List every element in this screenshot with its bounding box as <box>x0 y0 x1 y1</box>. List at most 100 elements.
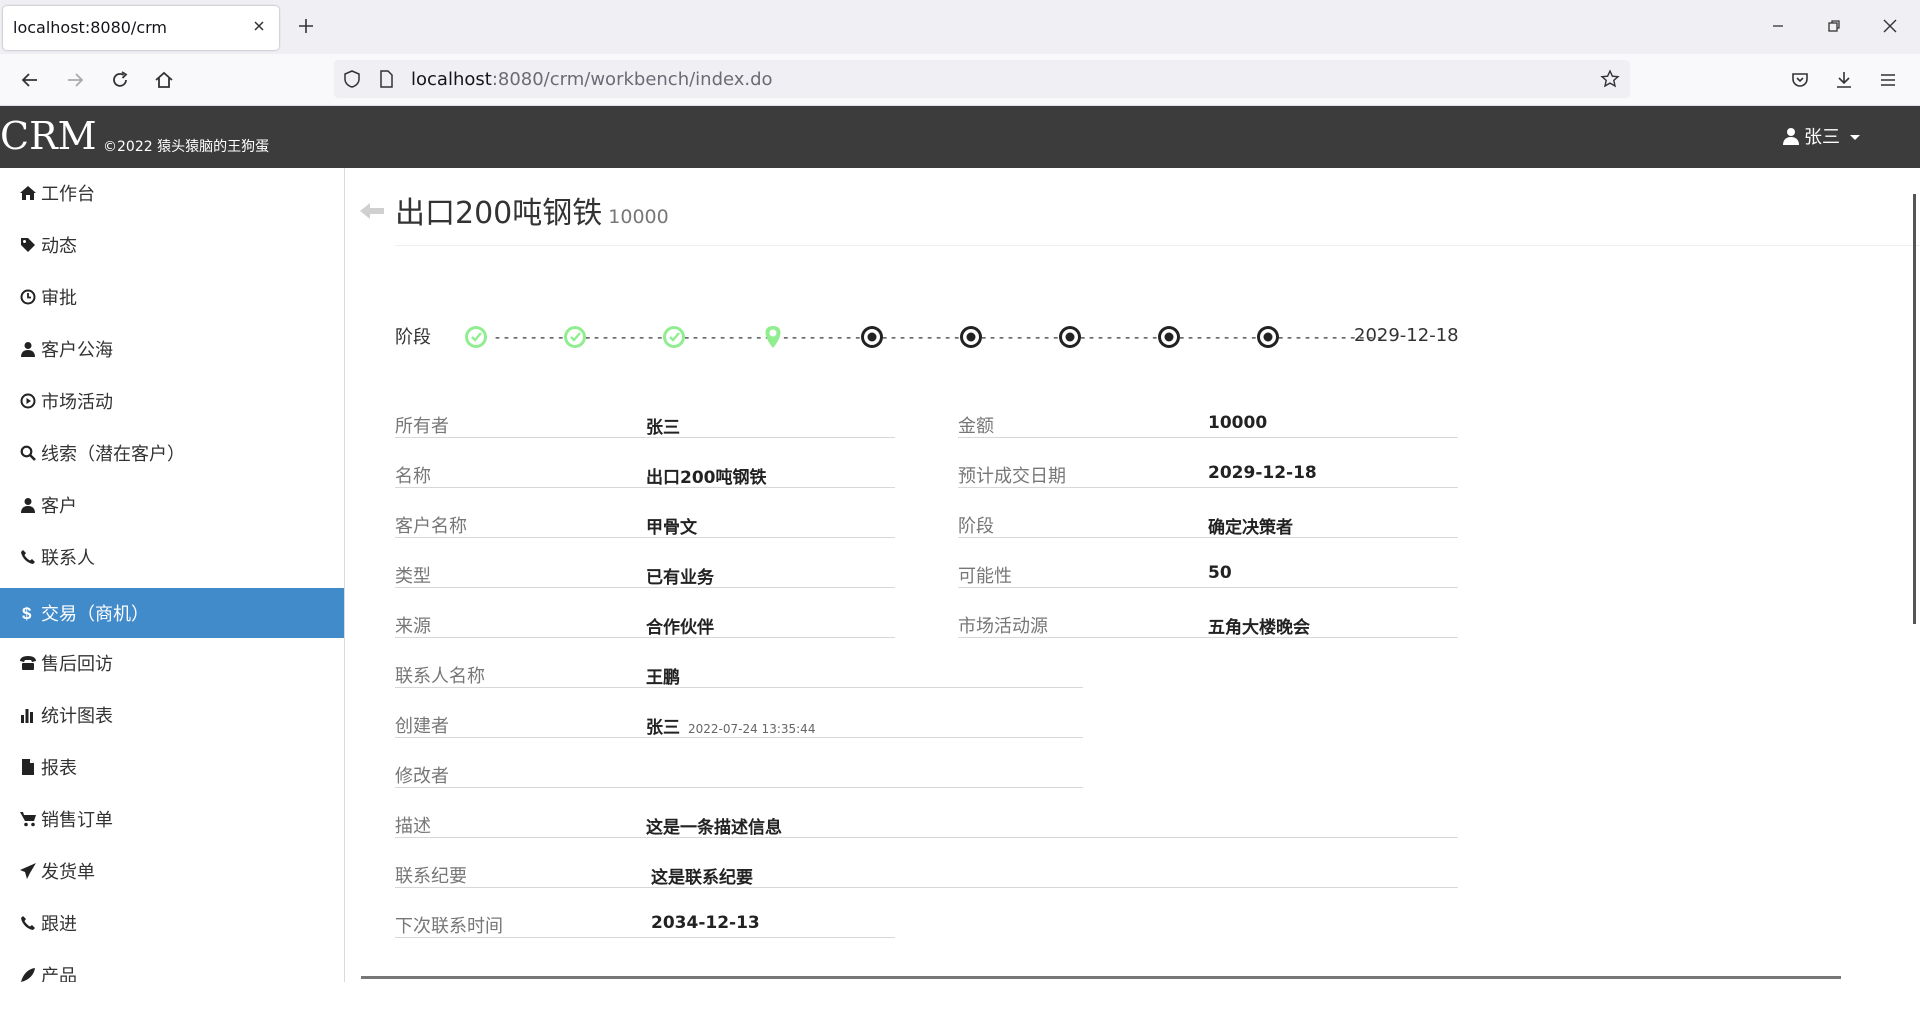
sidebar-item-label: 客户公海 <box>41 340 113 361</box>
download-icon[interactable] <box>1832 68 1856 92</box>
stage-pending-icon[interactable] <box>1257 326 1279 348</box>
possibility-label: 可能性 <box>958 566 1012 587</box>
phone-icon <box>18 547 38 567</box>
user-icon <box>18 339 38 359</box>
stage-done-icon[interactable] <box>663 326 685 348</box>
field-divider <box>395 537 895 538</box>
sidebar-item-transactions[interactable]: $ 交易（商机） <box>0 588 344 638</box>
possibility-value: 50 <box>1208 563 1232 583</box>
bookmark-star-icon[interactable] <box>1600 69 1620 89</box>
sidebar-item-reports[interactable]: 报表 <box>0 742 344 792</box>
contact-value: 王鹏 <box>646 668 680 688</box>
sidebar-item-label: 市场活动 <box>41 392 113 413</box>
pocket-icon[interactable] <box>1788 68 1812 92</box>
new-tab-icon[interactable] <box>296 16 316 36</box>
sidebar-item-market-activity[interactable]: 市场活动 <box>0 376 344 426</box>
sidebar-item-label: 线索（潜在客户） <box>41 444 185 465</box>
stage-done-icon[interactable] <box>564 326 586 348</box>
source-label: 来源 <box>395 616 431 637</box>
field-divider <box>395 437 895 438</box>
sidebar-item-workbench[interactable]: 工作台 <box>0 168 344 218</box>
field-divider <box>395 837 1458 838</box>
sidebar-item-shipping[interactable]: 发货单 <box>0 846 344 896</box>
shopping-cart-icon <box>18 809 38 829</box>
stage-field-label: 阶段 <box>958 516 994 537</box>
name-value: 出口200吨钢铁 <box>646 468 767 488</box>
sidebar-item-leads[interactable]: 线索（潜在客户） <box>0 428 344 478</box>
sidebar-item-label: 发货单 <box>41 862 95 883</box>
type-value: 已有业务 <box>646 568 714 588</box>
customer-label: 客户名称 <box>395 516 467 537</box>
reload-icon[interactable] <box>108 68 132 92</box>
field-divider <box>395 937 895 938</box>
description-label: 描述 <box>395 816 431 837</box>
minimize-icon[interactable] <box>1768 16 1788 36</box>
forward-icon[interactable] <box>63 68 87 92</box>
type-label: 类型 <box>395 566 431 587</box>
bar-chart-icon <box>18 705 38 725</box>
phone-icon <box>18 913 38 933</box>
user-menu[interactable]: 张三 <box>1782 124 1860 148</box>
close-tab-icon[interactable] <box>251 18 267 34</box>
sidebar-item-label: 审批 <box>41 288 77 309</box>
home-icon[interactable] <box>152 68 176 92</box>
sidebar-item-customers[interactable]: 客户 <box>0 480 344 530</box>
horizontal-scrollbar[interactable] <box>361 976 1841 979</box>
title-divider <box>395 245 1920 246</box>
sidebar-item-label: 报表 <box>41 758 77 779</box>
description-value: 这是一条描述信息 <box>646 818 782 838</box>
sidebar-item-follow-up[interactable]: 跟进 <box>0 898 344 948</box>
field-divider <box>395 887 1458 888</box>
play-circle-icon <box>18 391 38 411</box>
sidebar-item-approval[interactable]: 审批 <box>0 272 344 322</box>
tab-title: localhost:8080/crm <box>13 18 167 37</box>
close-window-icon[interactable] <box>1880 16 1900 36</box>
sidebar-item-products[interactable]: 产品 <box>0 950 344 982</box>
chevron-down-icon <box>1850 134 1860 140</box>
app-header: CRM ©2022 猿头猿脑的王狗蛋 张三 <box>0 106 1920 168</box>
sidebar-item-after-sales[interactable]: 售后回访 <box>0 638 344 688</box>
menu-icon[interactable] <box>1876 68 1900 92</box>
arrow-left-icon[interactable] <box>358 200 386 222</box>
sidebar-item-activity-feed[interactable]: 动态 <box>0 220 344 270</box>
transaction-detail: 出口200吨钢铁 10000 阶段 ----------- ----------- -… <box>346 168 1920 982</box>
field-divider <box>958 587 1458 588</box>
browser-tab[interactable]: localhost:8080/crm <box>3 6 279 50</box>
stage-pending-icon[interactable] <box>1059 326 1081 348</box>
next-contact-label: 下次联系时间 <box>395 916 503 937</box>
field-divider <box>958 437 1458 438</box>
vertical-scrollbar[interactable] <box>1913 194 1916 624</box>
sidebar-item-label: 交易（商机） <box>41 604 149 625</box>
copyright-text: ©2022 猿头猿脑的王狗蛋 <box>103 139 270 155</box>
transaction-title: 出口200吨钢铁 <box>395 196 603 231</box>
sidebar-item-statistics[interactable]: 统计图表 <box>0 690 344 740</box>
back-icon[interactable] <box>18 68 42 92</box>
stage-progress: ----------- ----------- ----------- -------… <box>465 326 1384 348</box>
sidebar-item-sales-orders[interactable]: 销售订单 <box>0 794 344 844</box>
user-icon <box>18 495 38 515</box>
sidebar-item-label: 联系人 <box>41 548 95 569</box>
tag-icon <box>18 235 38 255</box>
shield-icon[interactable] <box>342 69 362 89</box>
sidebar-item-label: 客户 <box>41 496 77 517</box>
sidebar-item-label: 工作台 <box>41 184 95 205</box>
stage-pending-icon[interactable] <box>960 326 982 348</box>
restore-icon[interactable] <box>1824 16 1844 36</box>
stage-pending-icon[interactable] <box>861 326 883 348</box>
address-bar[interactable]: localhost:8080/crm/workbench/index.do <box>334 60 1630 98</box>
sidebar-item-contacts[interactable]: 联系人 <box>0 532 344 582</box>
source-value: 合作伙伴 <box>646 618 714 638</box>
brand-logo[interactable]: CRM <box>0 114 97 158</box>
contact-label: 联系人名称 <box>395 666 485 687</box>
page-title: 出口200吨钢铁 10000 <box>395 188 669 232</box>
url-text[interactable]: localhost:8080/crm/workbench/index.do <box>411 69 773 90</box>
user-name: 张三 <box>1804 127 1840 148</box>
sidebar-item-label: 销售订单 <box>41 810 113 831</box>
create-time: 2022-07-24 13:35:44 <box>688 722 816 736</box>
sidebar-item-label: 动态 <box>41 236 77 257</box>
sidebar-item-public-customers[interactable]: 客户公海 <box>0 324 344 374</box>
svg-text:$: $ <box>22 604 32 622</box>
browser-tab-strip: localhost:8080/crm <box>0 0 1920 54</box>
stage-pending-icon[interactable] <box>1158 326 1180 348</box>
stage-done-icon[interactable] <box>465 326 487 348</box>
